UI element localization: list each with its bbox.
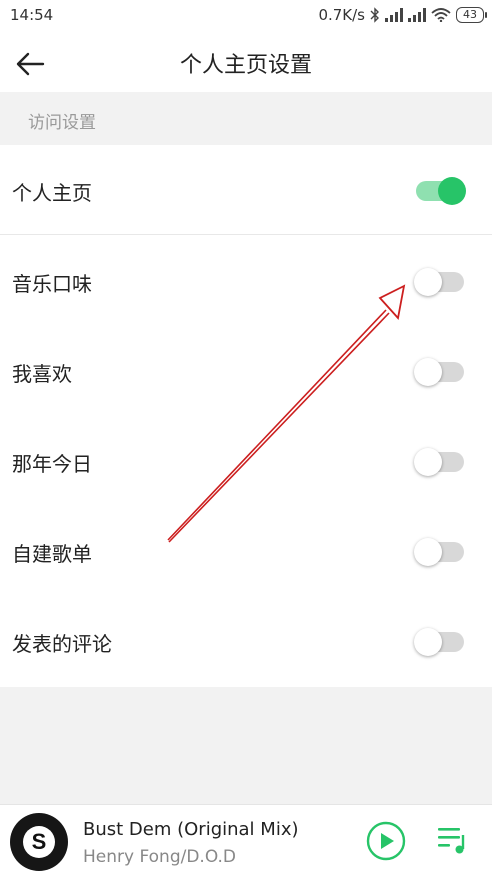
- setting-label: 自建歌单: [12, 542, 92, 566]
- network-speed: 0.7K/s: [318, 6, 365, 24]
- setting-row-homepage[interactable]: 个人主页: [0, 145, 492, 235]
- section-header: 访问设置: [0, 92, 492, 145]
- app-header: 个人主页设置: [0, 34, 492, 92]
- wifi-icon: [431, 8, 451, 22]
- comments-toggle[interactable]: [414, 628, 464, 656]
- homepage-toggle[interactable]: [416, 177, 466, 205]
- playlist-icon[interactable]: [436, 823, 470, 857]
- play-icon[interactable]: [366, 821, 406, 861]
- status-time: 14:54: [10, 6, 54, 24]
- signal-icon: [385, 8, 403, 22]
- playlists-toggle[interactable]: [414, 538, 464, 566]
- setting-row-liked[interactable]: 我喜欢: [0, 326, 492, 416]
- status-bar: 14:54 0.7K/s 43: [0, 0, 492, 34]
- song-artist: Henry Fong/D.O.D: [83, 847, 237, 867]
- setting-label: 音乐口味: [12, 272, 92, 296]
- mini-player[interactable]: S Bust Dem (Original Mix) Henry Fong/D.O…: [0, 804, 492, 877]
- setting-label: 个人主页: [12, 181, 92, 205]
- battery-icon: 43: [456, 7, 487, 23]
- signal-icon: [408, 8, 426, 22]
- settings-list: 个人主页 音乐口味 我喜欢 那年今日 自建歌单 发表的评论: [0, 145, 492, 687]
- song-title: Bust Dem (Original Mix): [83, 819, 299, 840]
- album-cover-icon[interactable]: S: [10, 813, 68, 871]
- setting-row-comments[interactable]: 发表的评论: [0, 596, 492, 686]
- status-icons: 0.7K/s 43: [318, 6, 487, 24]
- cover-logo: S: [23, 826, 55, 858]
- page-title: 个人主页设置: [179, 53, 312, 78]
- liked-toggle[interactable]: [414, 358, 464, 386]
- setting-row-playlists[interactable]: 自建歌单: [0, 506, 492, 596]
- setting-label: 发表的评论: [12, 632, 112, 656]
- this-day-toggle[interactable]: [414, 448, 464, 476]
- section-title: 访问设置: [28, 113, 96, 133]
- setting-row-this-day[interactable]: 那年今日: [0, 416, 492, 506]
- music-taste-toggle[interactable]: [414, 268, 464, 296]
- bluetooth-icon: [370, 7, 379, 23]
- setting-row-music-taste[interactable]: 音乐口味: [0, 236, 492, 326]
- setting-label: 我喜欢: [12, 362, 72, 386]
- setting-label: 那年今日: [12, 452, 92, 476]
